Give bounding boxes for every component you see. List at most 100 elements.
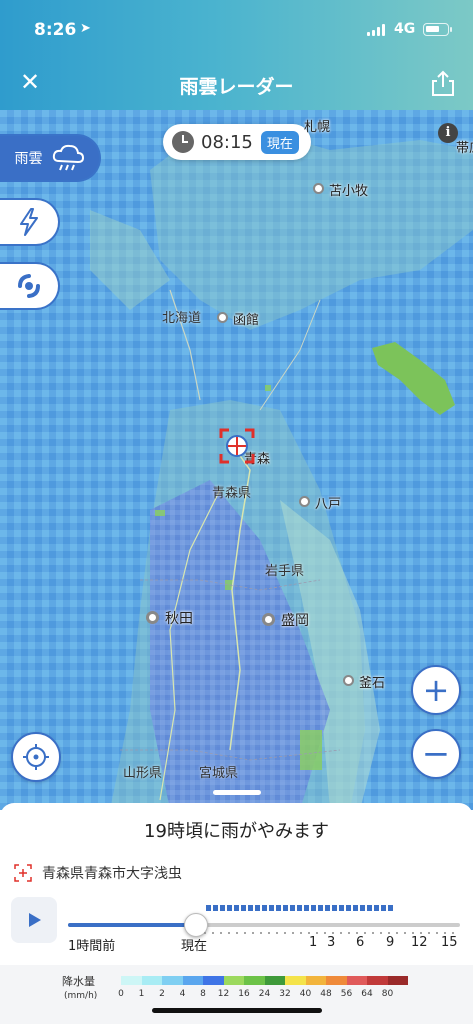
legend-swatch [182, 976, 203, 985]
current-location-button[interactable] [11, 732, 61, 782]
sheet-drag-handle[interactable] [213, 790, 261, 795]
crosshair-icon [23, 744, 49, 770]
timeline-tick [420, 932, 422, 934]
timeline-tick [276, 932, 278, 934]
prefecture-label: 青森県 [212, 486, 252, 501]
legend-swatch [326, 976, 347, 985]
plus-icon: + [422, 671, 450, 709]
legend-swatch [305, 976, 326, 985]
timeline-label: 1 [309, 935, 318, 950]
rain-block [255, 905, 260, 911]
battery-icon [423, 23, 452, 36]
rain-block [262, 905, 267, 911]
legend-unit: (mm/h) [64, 991, 98, 1001]
city-dot [262, 613, 275, 626]
rain-block [269, 905, 274, 911]
rain-forecast-bar [206, 905, 393, 911]
location-pin-icon [219, 428, 255, 464]
legend-swatch [121, 976, 142, 985]
city-dot [313, 183, 324, 194]
timeline-tick [444, 932, 446, 934]
status-bar: 8:26 ➤ 4G [0, 0, 473, 58]
timeline-progress [68, 923, 196, 927]
rain-block [227, 905, 232, 911]
timeline-tick [204, 932, 206, 934]
zoom-out-button[interactable]: − [411, 729, 461, 779]
city-label: 釜石 [359, 676, 386, 691]
rain-block [339, 905, 344, 911]
rain-block [297, 905, 302, 911]
radar-time-display[interactable]: 08:15 現在 [163, 124, 311, 160]
legend-level-label: 8 [200, 989, 206, 999]
legend-level-label: 24 [258, 989, 271, 999]
typhoon-icon [18, 274, 40, 298]
city-label: 函館 [233, 313, 260, 328]
play-button[interactable] [11, 897, 57, 943]
location-target-icon [14, 864, 32, 882]
legend-level-label: 40 [299, 989, 312, 999]
rain-block [353, 905, 358, 911]
play-icon [29, 913, 41, 927]
legend-level-label: 4 [179, 989, 186, 999]
rain-block [332, 905, 337, 911]
radar-map[interactable]: 08:15 現在 i 雨雲 札幌 苫小牧 帯広 北海道 函館 青森 青森県 八戸… [0, 110, 473, 810]
share-button[interactable] [428, 68, 458, 98]
lightning-icon [20, 208, 38, 236]
timeline-label: 1時間前 [68, 939, 116, 954]
signal-icon [367, 24, 385, 36]
city-label: 秋田 [165, 611, 193, 627]
legend-swatch [141, 976, 162, 985]
timeline-label: 現在 [181, 939, 208, 954]
legend-level-label: 0 [118, 989, 124, 999]
city-label: 盛岡 [281, 613, 309, 629]
timeline-slider[interactable]: 1時間前 現在 1 3 6 9 12 15 [68, 905, 460, 954]
city-label: 帯広 [456, 141, 473, 156]
prefecture-label: 岩手県 [265, 564, 305, 579]
timeline-tick [372, 932, 374, 934]
legend-level-label: 2 [159, 989, 165, 999]
rain-block [381, 905, 386, 911]
timeline-label: 12 [411, 935, 428, 950]
timeline-tick [428, 932, 430, 934]
timeline-tick [300, 932, 302, 934]
rain-block [276, 905, 281, 911]
city-dot [146, 611, 159, 624]
legend-color-bar [121, 976, 408, 985]
timeline-tick [292, 932, 294, 934]
legend-level-label: 48 [320, 989, 332, 999]
rain-block [388, 905, 393, 911]
legend-level-label: 56 [340, 989, 353, 999]
rain-block [325, 905, 330, 911]
legend-swatch [264, 976, 285, 985]
info-button[interactable]: i [438, 123, 458, 143]
timeline-tick [364, 932, 366, 934]
zoom-in-button[interactable]: + [411, 665, 461, 715]
thunder-layer-button[interactable] [0, 198, 60, 246]
typhoon-layer-button[interactable] [0, 262, 60, 310]
rain-block [367, 905, 372, 911]
rain-block [248, 905, 253, 911]
timeline-tick [212, 932, 214, 934]
timeline-tick [252, 932, 254, 934]
timeline-tick [340, 932, 342, 934]
nav-bar: ✕ 雨雲レーダー [0, 58, 473, 110]
timeline-tick [332, 932, 334, 934]
home-indicator [152, 1008, 322, 1013]
page-title: 雨雲レーダー [179, 76, 294, 98]
legend-swatch [223, 976, 244, 985]
timeline-tick [380, 932, 382, 934]
timeline-tick [316, 932, 318, 934]
prefecture-label: 宮城県 [199, 766, 239, 781]
rain-layer-button[interactable]: 雨雲 [0, 134, 101, 182]
legend-title: 降水量 [62, 975, 95, 988]
rain-block [213, 905, 218, 911]
rain-block [346, 905, 351, 911]
rain-block [304, 905, 309, 911]
legend-level-label: 80 [381, 989, 394, 999]
timeline-tick [452, 932, 454, 934]
rain-block [241, 905, 246, 911]
precipitation-legend: 降水量 (mm/h) 0 1 2 4 8 12 16 24 32 40 48 56 64 80 [0, 965, 473, 1024]
timeline-tick [220, 932, 222, 934]
rain-block [360, 905, 365, 911]
timeline-tick [236, 932, 238, 934]
